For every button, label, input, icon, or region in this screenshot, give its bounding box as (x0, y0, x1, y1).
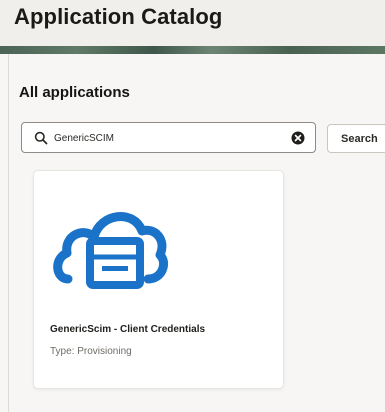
page-title: Application Catalog (14, 4, 223, 29)
cloud-app-icon (53, 212, 168, 289)
search-icon (34, 131, 48, 145)
search-button[interactable]: Search (327, 124, 385, 153)
divider (8, 54, 9, 412)
section-title: All applications (19, 84, 130, 101)
app-type: Type: Provisioning (50, 346, 132, 357)
header: Application Catalog (0, 0, 385, 52)
header-banner-strip (0, 46, 385, 54)
search-input[interactable] (54, 128, 274, 148)
app-name: GenericScim - Client Credentials (50, 324, 206, 335)
search-field[interactable] (21, 122, 316, 153)
clear-icon[interactable] (291, 131, 305, 145)
app-card[interactable]: GenericScim - Client Credentials Type: P… (33, 170, 284, 389)
